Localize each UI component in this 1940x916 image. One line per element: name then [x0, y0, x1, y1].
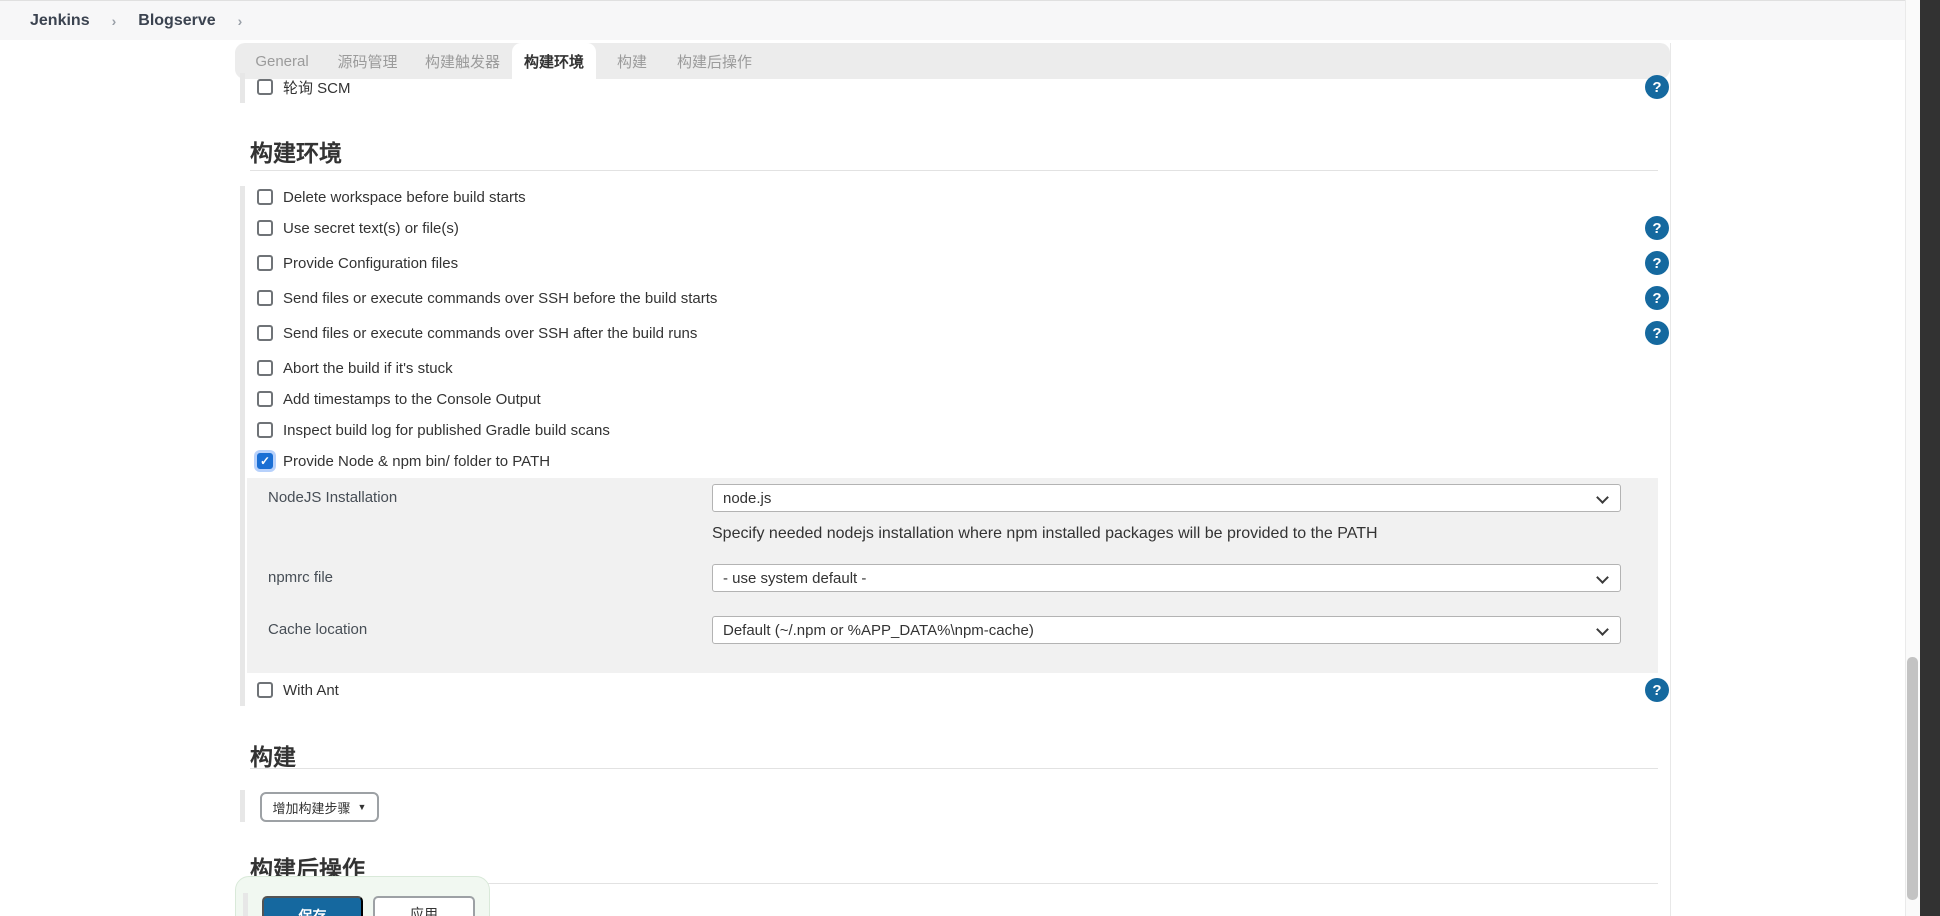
- tab-source-management[interactable]: 源码管理: [337, 43, 398, 79]
- tab-post-build[interactable]: 构建后操作: [677, 43, 752, 79]
- breadcrumb-separator-icon: ›: [238, 13, 243, 29]
- build-env-option-7-row: Inspect build log for published Gradle b…: [257, 419, 610, 441]
- breadcrumb-item[interactable]: Jenkins: [30, 12, 90, 30]
- build-env-option-5-row: Abort the build if it's stuck: [257, 357, 453, 379]
- npmrc-file-select-value: - use system default -: [723, 570, 866, 587]
- nodejs-installation-select[interactable]: node.js: [712, 484, 1621, 512]
- cache-location-select-value: Default (~/.npm or %APP_DATA%\npm-cache): [723, 622, 1034, 639]
- section-divider: [250, 170, 1658, 171]
- form-section-bar: [240, 73, 245, 103]
- section-divider: [250, 768, 1658, 769]
- build-env-option-6-checkbox[interactable]: [257, 391, 273, 407]
- apply-button[interactable]: 应用: [373, 896, 475, 916]
- help-icon[interactable]: ?: [1645, 75, 1669, 99]
- apply-button-label: 应用: [410, 904, 438, 916]
- section-title-build-environment: 构建环境: [250, 134, 342, 168]
- build-env-option-4-row: Send files or execute commands over SSH …: [257, 322, 697, 344]
- build-env-option-0-row: Delete workspace before build starts: [257, 186, 526, 208]
- add-build-step-label: 增加构建步骤: [273, 798, 351, 817]
- tab-build[interactable]: 构建: [617, 43, 647, 79]
- nodejs-installation-helper-text: Specify needed nodejs installation where…: [712, 525, 1378, 543]
- save-button[interactable]: 保存: [262, 896, 363, 916]
- build-env-option-3-row: Send files or execute commands over SSH …: [257, 287, 717, 309]
- help-icon[interactable]: ?: [1645, 286, 1669, 310]
- build-env-option-5-checkbox[interactable]: [257, 360, 273, 376]
- build-env-option-8-label[interactable]: Provide Node & npm bin/ folder to PATH: [283, 453, 550, 470]
- with-ant-checkbox[interactable]: [257, 682, 273, 698]
- build-env-option-8-checkbox[interactable]: ✓: [257, 453, 273, 469]
- npmrc-file-select[interactable]: - use system default -: [712, 564, 1621, 592]
- save-button-label: 保存: [299, 906, 327, 916]
- tab-build-environment[interactable]: 构建环境: [512, 43, 596, 79]
- build-env-option-4-checkbox[interactable]: [257, 325, 273, 341]
- build-env-option-6-row: Add timestamps to the Console Output: [257, 388, 541, 410]
- breadcrumb: Jenkins › Blogserve ›: [0, 0, 1905, 40]
- jenkins-config-page: Jenkins›Blogserve› General源码管理构建触发器构建环境构…: [0, 0, 1940, 916]
- cache-location-label: Cache location: [268, 621, 367, 638]
- build-env-option-4-label[interactable]: Send files or execute commands over SSH …: [283, 325, 697, 342]
- content-right-divider: [1670, 43, 1671, 916]
- breadcrumb-separator-icon: ›: [112, 13, 117, 29]
- build-env-option-5-label[interactable]: Abort the build if it's stuck: [283, 360, 453, 377]
- chevron-down-icon: [1596, 623, 1609, 636]
- build-env-option-2-checkbox[interactable]: [257, 255, 273, 271]
- build-env-option-2-label[interactable]: Provide Configuration files: [283, 255, 458, 272]
- build-env-option-8-row: ✓ Provide Node & npm bin/ folder to PATH: [257, 450, 550, 472]
- poll-scm-row: 轮询 SCM: [257, 76, 351, 98]
- form-section-bar: [240, 790, 245, 822]
- cache-location-select[interactable]: Default (~/.npm or %APP_DATA%\npm-cache): [712, 616, 1621, 644]
- build-env-option-3-checkbox[interactable]: [257, 290, 273, 306]
- caret-down-icon: ▼: [358, 802, 367, 812]
- with-ant-label[interactable]: With Ant: [283, 682, 339, 699]
- build-env-option-1-checkbox[interactable]: [257, 220, 273, 236]
- tab-strip: General 源码管理构建触发器构建环境构建构建后操作: [235, 43, 1670, 79]
- build-env-option-1-label[interactable]: Use secret text(s) or file(s): [283, 220, 459, 237]
- build-env-option-3-label[interactable]: Send files or execute commands over SSH …: [283, 290, 717, 307]
- build-env-option-0-checkbox[interactable]: [257, 189, 273, 205]
- build-env-option-7-label[interactable]: Inspect build log for published Gradle b…: [283, 422, 610, 439]
- poll-scm-label[interactable]: 轮询 SCM: [283, 77, 351, 98]
- nodejs-installation-label: NodeJS Installation: [268, 489, 397, 506]
- help-icon[interactable]: ?: [1645, 216, 1669, 240]
- npmrc-file-label: npmrc file: [268, 569, 333, 586]
- help-icon[interactable]: ?: [1645, 251, 1669, 275]
- build-env-option-7-checkbox[interactable]: [257, 422, 273, 438]
- screen-edge: [1920, 0, 1940, 916]
- build-env-option-2-row: Provide Configuration files: [257, 252, 458, 274]
- section-title-build: 构建: [250, 738, 296, 772]
- form-section-bar: [243, 893, 248, 916]
- form-section-bar: [240, 186, 245, 706]
- build-env-option-0-label[interactable]: Delete workspace before build starts: [283, 189, 526, 206]
- poll-scm-checkbox[interactable]: [257, 79, 273, 95]
- nodejs-installation-select-value: node.js: [723, 490, 771, 507]
- help-icon[interactable]: ?: [1645, 678, 1669, 702]
- build-env-option-1-row: Use secret text(s) or file(s): [257, 217, 459, 239]
- check-icon: ✓: [260, 454, 270, 468]
- with-ant-row: With Ant: [257, 679, 339, 701]
- chevron-down-icon: [1596, 491, 1609, 504]
- build-env-option-6-label[interactable]: Add timestamps to the Console Output: [283, 391, 541, 408]
- add-build-step-button[interactable]: 增加构建步骤 ▼: [260, 792, 379, 822]
- help-icon[interactable]: ?: [1645, 321, 1669, 345]
- tab-general[interactable]: General: [257, 43, 307, 79]
- tab-build-triggers[interactable]: 构建触发器: [425, 43, 500, 79]
- chevron-down-icon: [1596, 571, 1609, 584]
- scrollbar-thumb[interactable]: [1907, 657, 1918, 900]
- breadcrumb-item[interactable]: Blogserve: [138, 12, 215, 30]
